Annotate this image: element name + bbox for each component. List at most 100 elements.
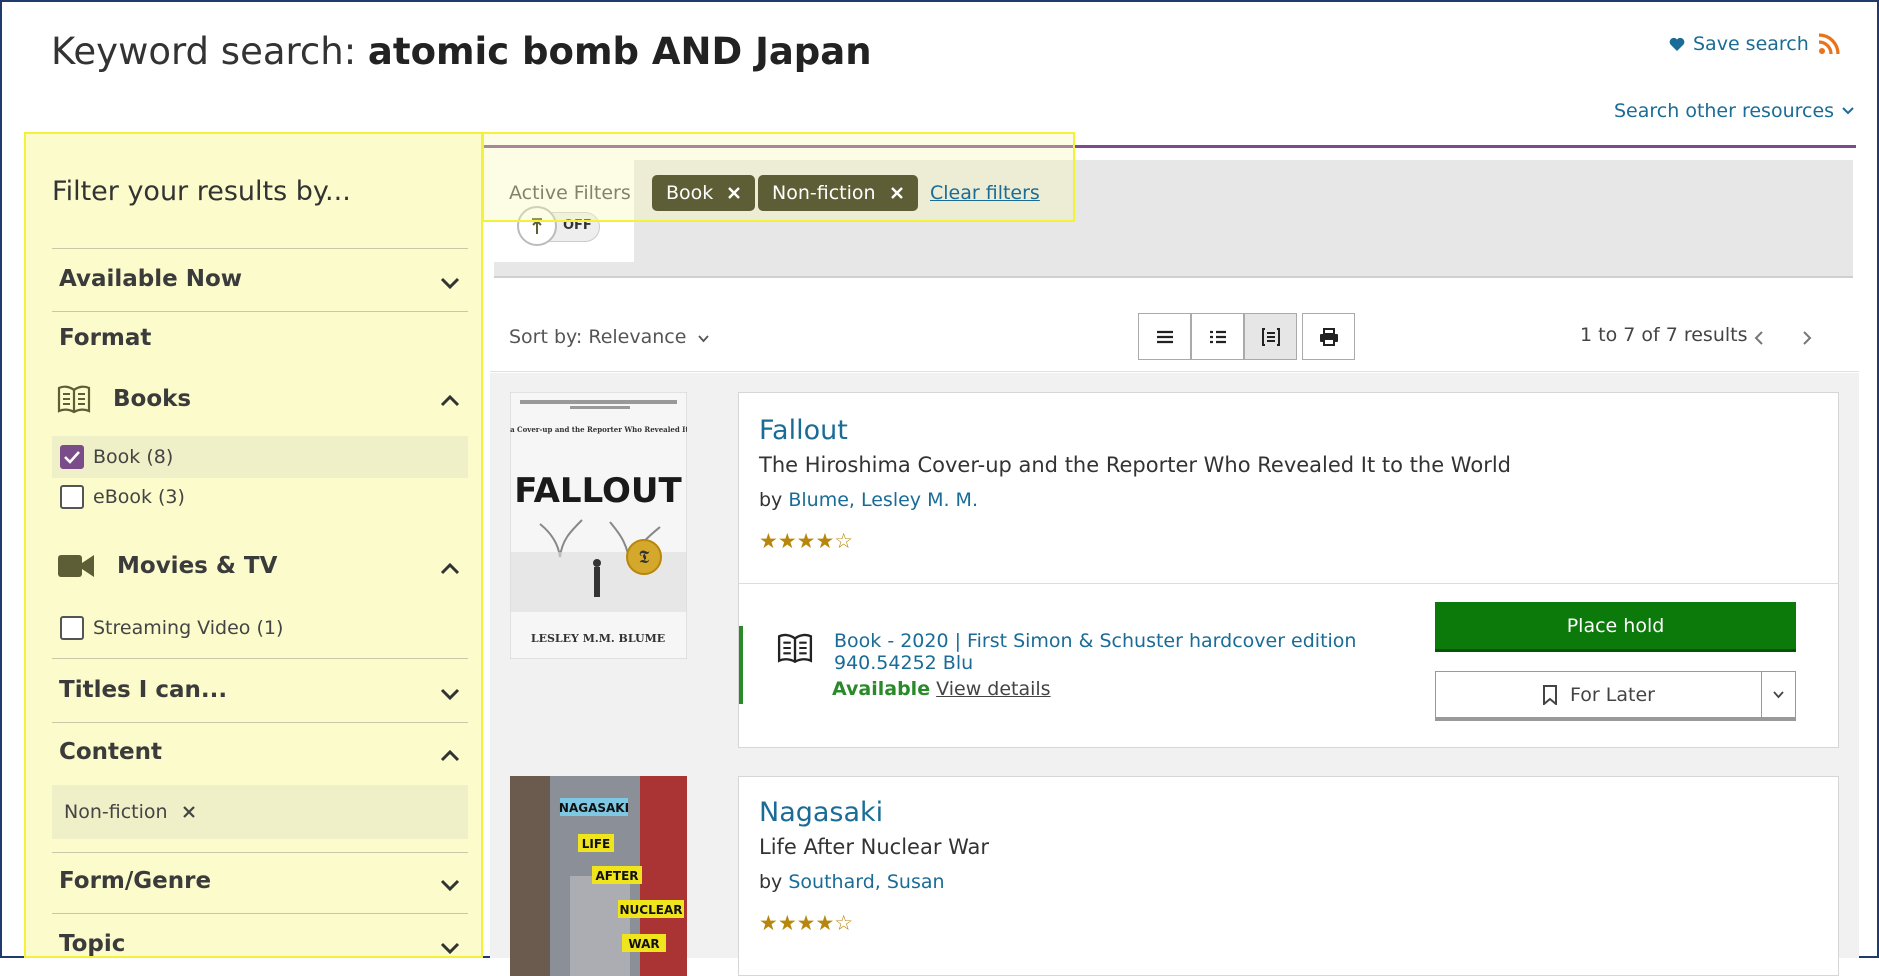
- page-title: Keyword search: atomic bomb AND Japan: [51, 30, 872, 73]
- titles-i-can-toggle[interactable]: Titles I can...: [59, 677, 227, 703]
- for-later-dropdown[interactable]: [1762, 672, 1795, 717]
- available-now-toggle[interactable]: Available Now: [59, 266, 479, 298]
- chevron-left-icon[interactable]: [1754, 330, 1764, 346]
- chevron-down-icon[interactable]: [439, 937, 461, 958]
- view-details-link[interactable]: View details: [936, 678, 1050, 700]
- result-author-line: by Southard, Susan: [759, 871, 945, 893]
- result-card: Nagasaki Life After Nuclear War by South…: [738, 776, 1839, 976]
- divider: [52, 852, 468, 853]
- movies-tv-group-toggle[interactable]: Movies & TV: [57, 552, 277, 580]
- availability-status: Available View details: [832, 678, 1051, 700]
- check-icon: [64, 451, 80, 464]
- place-hold-button[interactable]: Place hold: [1435, 602, 1796, 652]
- format-label: Format: [59, 325, 152, 351]
- format-ebook-label: eBook (3): [93, 486, 185, 508]
- result-subtitle: The Hiroshima Cover-up and the Reporter …: [759, 453, 1511, 477]
- available-label: Available: [832, 678, 931, 700]
- result-title-link[interactable]: Fallout: [759, 415, 848, 446]
- chevron-down-icon: [1773, 690, 1784, 698]
- for-later-button[interactable]: For Later: [1436, 672, 1762, 717]
- chevron-down-icon[interactable]: [439, 272, 461, 294]
- close-icon[interactable]: [890, 186, 904, 200]
- cover-word: AFTER: [595, 869, 638, 883]
- detail-view-icon: [1261, 327, 1280, 346]
- topic-label: Topic: [59, 931, 126, 957]
- format-streaming-video-checkbox[interactable]: Streaming Video (1): [52, 607, 468, 649]
- book-cover-image[interactable]: NAGASAKI LIFE AFTER NUCLEAR WAR: [510, 776, 687, 976]
- cover-word: LIFE: [582, 837, 611, 851]
- close-icon[interactable]: [182, 805, 196, 819]
- star-rating: ★★★★☆: [759, 911, 854, 935]
- available-now-label: Available Now: [59, 266, 243, 292]
- filter-sidebar: Filter your results by... Available Now …: [24, 132, 483, 958]
- star-rating: ★★★★☆: [759, 529, 854, 553]
- view-detailed-button[interactable]: [1244, 313, 1297, 360]
- bookmark-icon: [1543, 684, 1558, 705]
- content-filter-chip[interactable]: Non-fiction: [52, 785, 468, 839]
- edition-link[interactable]: Book - 2020 | First Simon & Schuster har…: [834, 630, 1356, 652]
- format-ebook-checkbox[interactable]: eBook (3): [52, 476, 468, 518]
- sort-dropdown[interactable]: Sort by: Relevance: [509, 326, 710, 348]
- chevron-up-icon[interactable]: [439, 558, 461, 580]
- books-group-label: Books: [113, 386, 192, 412]
- checkbox-checked[interactable]: [60, 445, 84, 469]
- content-label: Content: [59, 739, 163, 765]
- availability-indicator: [739, 626, 743, 704]
- search-other-resources-dropdown[interactable]: Search other resources: [1614, 100, 1854, 122]
- heart-icon: [1669, 37, 1685, 51]
- filter-chip-book[interactable]: Book: [652, 175, 756, 211]
- checkbox-unchecked[interactable]: [60, 485, 84, 509]
- books-group-toggle[interactable]: Books: [57, 384, 191, 414]
- book-icon: [777, 633, 813, 664]
- form-genre-toggle[interactable]: Form/Genre: [59, 868, 211, 894]
- cover-author-text: LESLEY M.M. BLUME: [531, 632, 665, 645]
- titles-i-can-label: Titles I can...: [59, 677, 228, 703]
- format-streaming-video-label: Streaming Video (1): [93, 617, 284, 639]
- chevron-up-icon[interactable]: [439, 745, 461, 767]
- chevron-right-icon[interactable]: [1802, 330, 1812, 346]
- divider: [52, 658, 468, 659]
- print-icon: [1319, 327, 1338, 346]
- sort-label: Sort by: Relevance: [509, 326, 687, 348]
- for-later-button-group: For Later: [1435, 671, 1796, 721]
- search-other-resources-label: Search other resources: [1614, 100, 1835, 122]
- view-list-button[interactable]: [1191, 313, 1244, 360]
- availability-section: Book - 2020 | First Simon & Schuster har…: [739, 583, 1838, 747]
- filter-chip-non-fiction[interactable]: Non-fiction: [758, 175, 918, 211]
- book-cover-image[interactable]: The Hiroshima Cover-up and the Reporter …: [510, 392, 687, 659]
- chevron-down-icon[interactable]: [439, 683, 461, 705]
- result-author-line: by Blume, Lesley M. M.: [759, 489, 978, 511]
- chevron-up-icon[interactable]: [439, 390, 461, 412]
- chevron-down-icon: [698, 335, 710, 343]
- format-book-checkbox[interactable]: Book (8): [52, 436, 468, 478]
- cover-word: WAR: [628, 937, 659, 951]
- cover-top-text: The Hiroshima Cover-up and the Reporter …: [510, 425, 687, 434]
- content-toggle[interactable]: Content: [59, 739, 162, 765]
- form-genre-label: Form/Genre: [59, 868, 212, 894]
- result-title-link[interactable]: Nagasaki: [759, 797, 883, 828]
- rss-icon[interactable]: [1818, 33, 1840, 55]
- author-link[interactable]: Southard, Susan: [788, 871, 944, 893]
- movies-tv-group-label: Movies & TV: [117, 553, 278, 579]
- menu-icon: [1156, 330, 1173, 343]
- results-toolbar: Sort by: Relevance 1 to 7 of 7 results: [490, 302, 1859, 372]
- clear-filters-link[interactable]: Clear filters: [930, 182, 1040, 204]
- chevron-down-icon: [1842, 107, 1854, 115]
- result-count: 1 to 7 of 7 results: [1580, 324, 1748, 346]
- author-link[interactable]: Blume, Lesley M. M.: [788, 489, 978, 511]
- list-icon: [1209, 330, 1226, 343]
- cover-word: NAGASAKI: [559, 801, 629, 815]
- divider: [52, 248, 468, 249]
- topic-toggle[interactable]: Topic: [59, 931, 126, 957]
- checkbox-unchecked[interactable]: [60, 616, 84, 640]
- view-compact-button[interactable]: [1138, 313, 1191, 360]
- divider: [52, 722, 468, 723]
- result-subtitle: Life After Nuclear War: [759, 835, 990, 859]
- divider: [52, 311, 468, 312]
- print-button[interactable]: [1302, 313, 1355, 360]
- save-search-label: Save search: [1693, 33, 1809, 55]
- close-icon[interactable]: [727, 186, 741, 200]
- chevron-down-icon[interactable]: [439, 874, 461, 896]
- divider: [52, 913, 468, 914]
- save-search-link[interactable]: Save search: [1669, 33, 1809, 55]
